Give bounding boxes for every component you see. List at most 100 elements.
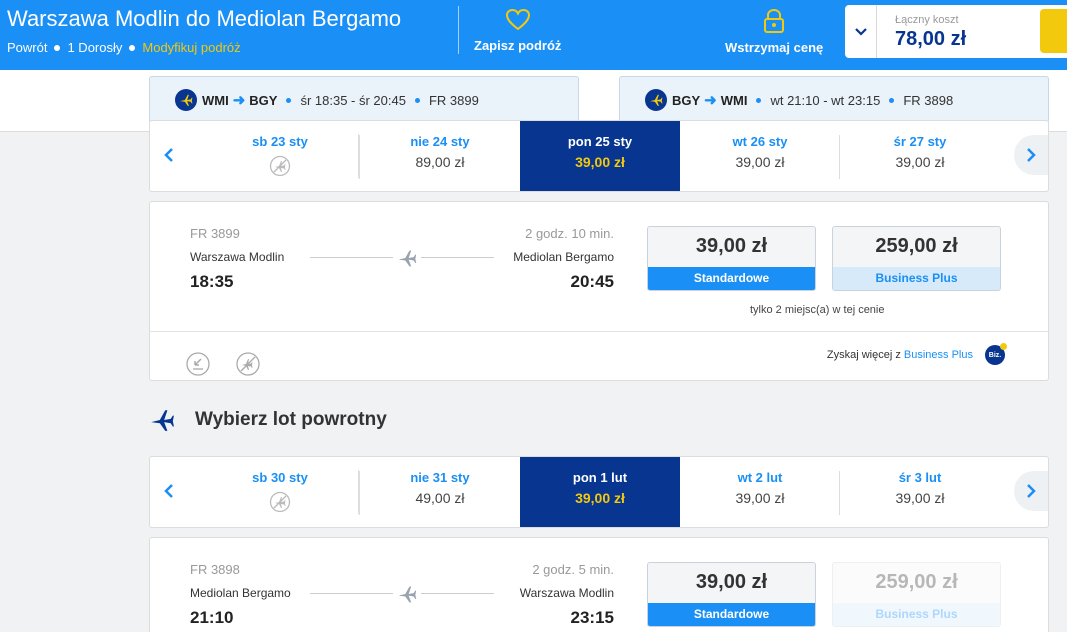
date-price: 49,00 zł [415,490,465,506]
separator-dot [414,97,420,103]
business-plus-link[interactable]: Business Plus [904,349,973,361]
date-option[interactable]: nie 24 sty 89,00 zł [360,121,520,191]
modify-trip-link[interactable]: Modyfikuj podróż [142,40,240,55]
date-label: nie 24 sty [410,134,470,149]
fare-name: Standardowe [648,267,815,290]
outbound-summary-pill[interactable]: WMI ➜ BGY śr 18:35 - śr 20:45 FR 3899 [149,76,579,124]
flight-info-icon[interactable] [236,352,260,376]
previous-dates-button[interactable] [152,135,186,175]
flight-number: FR 3898 [190,562,240,577]
badge-text: Biz. [988,351,1002,359]
departure-airport: Mediolan Bergamo [190,586,291,600]
date-label: pon 25 sty [567,134,633,149]
badge-dot [1000,343,1007,350]
date-option[interactable]: śr 3 lut 39,00 zł [840,457,1000,527]
next-dates-button[interactable] [1014,471,1048,511]
date-option[interactable]: sb 30 sty [200,457,360,527]
plane-icon [393,584,421,609]
divider [150,331,1048,332]
divider [358,470,359,514]
outbound-date-carousel: sb 23 sty nie 24 sty 89,00 zł pon 25 sty… [149,120,1049,192]
chevron-right-icon [1027,148,1036,162]
date-label: sb 23 sty [252,134,308,149]
date-price: 39,00 zł [575,490,625,506]
date-label: wt 26 sty [732,134,788,149]
origin-code: BGY [672,92,701,108]
plane-icon [151,410,174,431]
upsell-text: Zyskaj więcej z [826,349,901,361]
flight-duration: 2 godz. 10 min. [525,226,614,241]
arrival-time: 23:15 [570,608,614,627]
fare-name: Business Plus [833,603,1000,626]
fare-price: 39,00 zł [695,235,768,257]
departure-airport: Warszawa Modlin [190,250,285,264]
trip-summary: Powrót 1 Dorosły Modyfikuj podróż [7,40,241,55]
next-dates-button[interactable] [1014,135,1048,175]
destination-code: BGY [249,92,278,108]
date-price: 89,00 zł [415,154,465,170]
business-plus-badge-icon: Biz. [985,343,1007,365]
flight-number: FR 3899 [428,92,479,108]
hold-price-button[interactable]: Wstrzymaj cenę [725,8,823,55]
total-price-box[interactable]: Łączny koszt 78,00 zł [845,5,1067,58]
fare-name: Business Plus [833,267,1000,290]
seats-remaining-note: tylko 2 miejsc(a) w tej cenie [750,304,885,316]
continue-button[interactable] [1040,9,1067,53]
plane-icon [645,89,667,111]
date-price: 39,00 zł [735,490,785,506]
date-option[interactable]: wt 2 lut 39,00 zł [680,457,840,527]
date-price: 39,00 zł [575,154,625,170]
plane-icon [393,248,421,273]
save-trip-button[interactable]: Zapisz podróż [474,8,561,53]
date-option[interactable]: sb 23 sty [200,121,360,191]
date-option-selected[interactable]: pon 25 sty 39,00 zł [520,121,680,191]
return-section-title: Wybierz lot powrotny [195,409,387,430]
date-option[interactable]: nie 31 sty 49,00 zł [360,457,520,527]
no-flight-icon [200,491,360,513]
inbound-summary-pill[interactable]: BGY ➜ WMI wt 21:10 - wt 23:15 FR 3898 [619,76,1049,124]
chevron-right-icon [1027,484,1036,498]
date-label: śr 3 lut [898,470,942,485]
arrow-right-icon: ➜ [704,92,717,109]
flight-number: FR 3899 [190,226,240,241]
hold-price-label: Wstrzymaj cenę [725,40,824,55]
separator-dot [129,44,136,51]
departure-time: 18:35 [190,272,234,291]
standard-fare-button[interactable]: 39,00 zł Standardowe [647,226,816,291]
passenger-count: 1 Dorosły [67,40,123,55]
fare-price: 259,00 zł [875,235,958,257]
route-title: Warszawa Modlin do Mediolan Bergamo [7,6,402,31]
date-option[interactable]: śr 27 sty 39,00 zł [840,121,1000,191]
date-price: 39,00 zł [895,154,945,170]
previous-dates-button[interactable] [152,471,186,511]
trip-type: Powrót [7,40,48,55]
chevron-down-icon [854,27,867,36]
date-label: wt 2 lut [737,470,783,485]
arrow-right-icon: ➜ [232,92,246,109]
plane-icon [175,89,197,111]
destination-code: WMI [720,92,748,108]
separator-dot [756,97,762,103]
save-trip-label: Zapisz podróż [474,38,562,53]
date-label: nie 31 sty [410,470,470,485]
total-expand-button[interactable] [845,5,877,58]
date-option[interactable]: wt 26 sty 39,00 zł [680,121,840,191]
top-header: Warszawa Modlin do Mediolan Bergamo Powr… [0,0,1067,70]
total-value: 78,00 zł [895,28,967,50]
arrival-airport: Mediolan Bergamo [513,250,614,264]
standard-fare-button[interactable]: 39,00 zł Standardowe [647,562,816,627]
arrival-airport: Warszawa Modlin [519,586,614,600]
separator-dot [286,97,292,103]
fare-price: 39,00 zł [695,571,768,593]
date-option-selected[interactable]: pon 1 lut 39,00 zł [520,457,680,527]
arrival-info-icon[interactable] [186,352,210,376]
lock-icon [764,8,785,33]
origin-code: WMI [202,92,229,108]
return-section-header: Wybierz lot powrotny [149,405,387,435]
chevron-left-icon [164,484,173,498]
flight-duration: 2 godz. 5 min. [532,562,614,577]
arrival-time: 20:45 [570,272,614,291]
date-label: pon 1 lut [572,470,628,485]
business-plus-fare-button[interactable]: 259,00 zł Business Plus [832,562,1001,627]
business-plus-fare-button[interactable]: 259,00 zł Business Plus [832,226,1001,291]
